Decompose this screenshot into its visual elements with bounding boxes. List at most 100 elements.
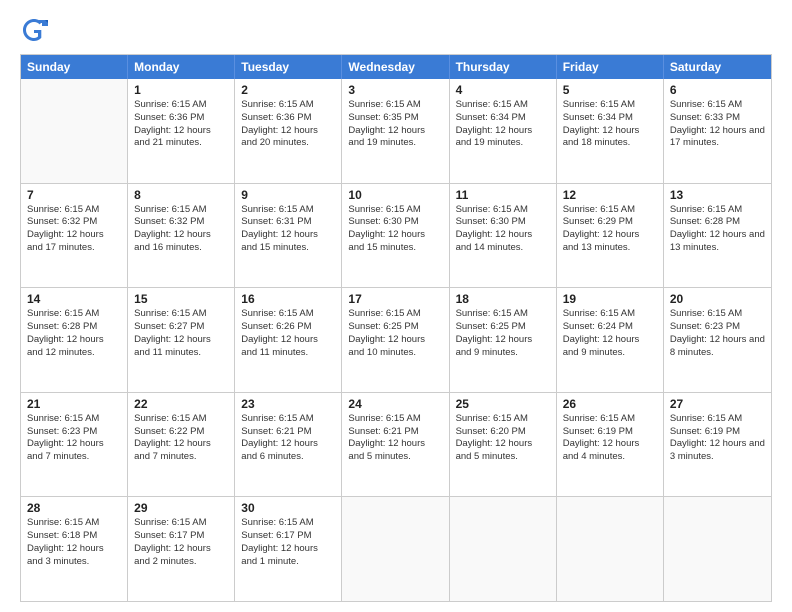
- cell-info: Sunrise: 6:15 AM Sunset: 6:21 PM Dayligh…: [241, 413, 335, 464]
- calendar-day-2: 2 Sunrise: 6:15 AM Sunset: 6:36 PM Daylig…: [235, 79, 342, 183]
- cell-info: Sunrise: 6:15 AM Sunset: 6:24 PM Dayligh…: [563, 308, 657, 359]
- calendar-header-wednesday: Wednesday: [342, 55, 449, 79]
- cell-info: Sunrise: 6:15 AM Sunset: 6:33 PM Dayligh…: [670, 99, 765, 150]
- calendar-day-19: 19 Sunrise: 6:15 AM Sunset: 6:24 PM Dayli…: [557, 288, 664, 392]
- calendar-week-1: 7 Sunrise: 6:15 AM Sunset: 6:32 PM Daylig…: [21, 184, 771, 289]
- calendar-day-5: 5Sunrise: 6:15 AM Sunset: 6:34 PM Daylig…: [557, 79, 664, 183]
- logo: [20, 16, 52, 44]
- calendar-day-11: 11 Sunrise: 6:15 AM Sunset: 6:30 PM Dayli…: [450, 184, 557, 288]
- calendar-day-13: 13 Sunrise: 6:15 AM Sunset: 6:28 PM Dayli…: [664, 184, 771, 288]
- calendar-day-1: 1 Sunrise: 6:15 AM Sunset: 6:36 PM Daylig…: [128, 79, 235, 183]
- day-number: 23: [241, 397, 335, 411]
- day-number: 2: [241, 83, 335, 97]
- cell-info: Sunrise: 6:15 AM Sunset: 6:31 PM Dayligh…: [241, 204, 335, 255]
- calendar-header-friday: Friday: [557, 55, 664, 79]
- day-number: 8: [134, 188, 228, 202]
- day-number: 24: [348, 397, 442, 411]
- cell-info: Sunrise: 6:15 AM Sunset: 6:17 PM Dayligh…: [134, 517, 228, 568]
- day-number: 1: [134, 83, 228, 97]
- day-number: 26: [563, 397, 657, 411]
- calendar-week-0: 1 Sunrise: 6:15 AM Sunset: 6:36 PM Daylig…: [21, 79, 771, 184]
- calendar-day-21: 21 Sunrise: 6:15 AM Sunset: 6:23 PM Dayli…: [21, 393, 128, 497]
- calendar-header-sunday: Sunday: [21, 55, 128, 79]
- cell-info: Sunrise: 6:15 AM Sunset: 6:21 PM Dayligh…: [348, 413, 442, 464]
- day-number: 25: [456, 397, 550, 411]
- calendar-day-14: 14 Sunrise: 6:15 AM Sunset: 6:28 PM Dayli…: [21, 288, 128, 392]
- calendar-day-27: 27 Sunrise: 6:15 AM Sunset: 6:19 PM Dayli…: [664, 393, 771, 497]
- cell-info: Sunrise: 6:15 AM Sunset: 6:23 PM Dayligh…: [670, 308, 765, 359]
- calendar-week-3: 21 Sunrise: 6:15 AM Sunset: 6:23 PM Dayli…: [21, 393, 771, 498]
- calendar-day-17: 17Sunrise: 6:15 AM Sunset: 6:25 PM Dayli…: [342, 288, 449, 392]
- calendar-week-2: 14 Sunrise: 6:15 AM Sunset: 6:28 PM Dayli…: [21, 288, 771, 393]
- day-number: 30: [241, 501, 335, 515]
- cell-info: Sunrise: 6:15 AM Sunset: 6:30 PM Dayligh…: [456, 204, 550, 255]
- calendar-empty-cell: [664, 497, 771, 601]
- calendar-day-4: 4Sunrise: 6:15 AM Sunset: 6:34 PM Daylig…: [450, 79, 557, 183]
- cell-info: Sunrise: 6:15 AM Sunset: 6:23 PM Dayligh…: [27, 413, 121, 464]
- calendar-day-26: 26 Sunrise: 6:15 AM Sunset: 6:19 PM Dayli…: [557, 393, 664, 497]
- calendar-empty-cell: [21, 79, 128, 183]
- day-number: 19: [563, 292, 657, 306]
- calendar-day-22: 22 Sunrise: 6:15 AM Sunset: 6:22 PM Dayli…: [128, 393, 235, 497]
- day-number: 22: [134, 397, 228, 411]
- calendar-day-6: 6 Sunrise: 6:15 AM Sunset: 6:33 PM Daylig…: [664, 79, 771, 183]
- cell-info: Sunrise: 6:15 AM Sunset: 6:22 PM Dayligh…: [134, 413, 228, 464]
- cell-info: Sunrise: 6:15 AM Sunset: 6:19 PM Dayligh…: [670, 413, 765, 464]
- day-number: 14: [27, 292, 121, 306]
- calendar-day-29: 29 Sunrise: 6:15 AM Sunset: 6:17 PM Dayli…: [128, 497, 235, 601]
- day-number: 7: [27, 188, 121, 202]
- cell-info: Sunrise: 6:15 AM Sunset: 6:17 PM Dayligh…: [241, 517, 335, 568]
- cell-info: Sunrise: 6:15 AM Sunset: 6:35 PM Dayligh…: [348, 99, 442, 150]
- cell-info: Sunrise: 6:15 AM Sunset: 6:19 PM Dayligh…: [563, 413, 657, 464]
- cell-info: Sunrise: 6:15 AM Sunset: 6:28 PM Dayligh…: [670, 204, 765, 255]
- cell-info: Sunrise: 6:15 AM Sunset: 6:29 PM Dayligh…: [563, 204, 657, 255]
- calendar-day-15: 15 Sunrise: 6:15 AM Sunset: 6:27 PM Dayli…: [128, 288, 235, 392]
- logo-icon: [20, 16, 48, 44]
- cell-info: Sunrise: 6:15 AM Sunset: 6:36 PM Dayligh…: [241, 99, 335, 150]
- day-number: 13: [670, 188, 765, 202]
- cell-info: Sunrise: 6:15 AM Sunset: 6:34 PM Dayligh…: [456, 99, 550, 150]
- calendar-header-row: SundayMondayTuesdayWednesdayThursdayFrid…: [21, 55, 771, 79]
- day-number: 6: [670, 83, 765, 97]
- calendar-header-tuesday: Tuesday: [235, 55, 342, 79]
- cell-info: Sunrise: 6:15 AM Sunset: 6:27 PM Dayligh…: [134, 308, 228, 359]
- calendar-empty-cell: [342, 497, 449, 601]
- day-number: 29: [134, 501, 228, 515]
- cell-info: Sunrise: 6:15 AM Sunset: 6:32 PM Dayligh…: [27, 204, 121, 255]
- day-number: 3: [348, 83, 442, 97]
- day-number: 18: [456, 292, 550, 306]
- calendar-day-7: 7 Sunrise: 6:15 AM Sunset: 6:32 PM Daylig…: [21, 184, 128, 288]
- calendar-header-monday: Monday: [128, 55, 235, 79]
- day-number: 11: [456, 188, 550, 202]
- calendar-header-thursday: Thursday: [450, 55, 557, 79]
- calendar-header-saturday: Saturday: [664, 55, 771, 79]
- calendar-day-12: 12 Sunrise: 6:15 AM Sunset: 6:29 PM Dayli…: [557, 184, 664, 288]
- page: SundayMondayTuesdayWednesdayThursdayFrid…: [0, 0, 792, 612]
- calendar-day-10: 10 Sunrise: 6:15 AM Sunset: 6:30 PM Dayli…: [342, 184, 449, 288]
- day-number: 27: [670, 397, 765, 411]
- cell-info: Sunrise: 6:15 AM Sunset: 6:36 PM Dayligh…: [134, 99, 228, 150]
- cell-info: Sunrise: 6:15 AM Sunset: 6:28 PM Dayligh…: [27, 308, 121, 359]
- cell-info: Sunrise: 6:15 AM Sunset: 6:25 PM Dayligh…: [456, 308, 550, 359]
- calendar-day-8: 8Sunrise: 6:15 AM Sunset: 6:32 PM Daylig…: [128, 184, 235, 288]
- calendar-day-9: 9 Sunrise: 6:15 AM Sunset: 6:31 PM Daylig…: [235, 184, 342, 288]
- calendar-day-20: 20 Sunrise: 6:15 AM Sunset: 6:23 PM Dayli…: [664, 288, 771, 392]
- cell-info: Sunrise: 6:15 AM Sunset: 6:30 PM Dayligh…: [348, 204, 442, 255]
- calendar: SundayMondayTuesdayWednesdayThursdayFrid…: [20, 54, 772, 602]
- calendar-day-3: 3 Sunrise: 6:15 AM Sunset: 6:35 PM Daylig…: [342, 79, 449, 183]
- day-number: 10: [348, 188, 442, 202]
- day-number: 12: [563, 188, 657, 202]
- day-number: 9: [241, 188, 335, 202]
- calendar-day-30: 30 Sunrise: 6:15 AM Sunset: 6:17 PM Dayli…: [235, 497, 342, 601]
- calendar-empty-cell: [557, 497, 664, 601]
- calendar-day-23: 23 Sunrise: 6:15 AM Sunset: 6:21 PM Dayli…: [235, 393, 342, 497]
- header: [20, 16, 772, 44]
- day-number: 15: [134, 292, 228, 306]
- calendar-day-28: 28Sunrise: 6:15 AM Sunset: 6:18 PM Dayli…: [21, 497, 128, 601]
- day-number: 16: [241, 292, 335, 306]
- day-number: 21: [27, 397, 121, 411]
- day-number: 17: [348, 292, 442, 306]
- day-number: 5: [563, 83, 657, 97]
- day-number: 20: [670, 292, 765, 306]
- calendar-day-16: 16Sunrise: 6:15 AM Sunset: 6:26 PM Dayli…: [235, 288, 342, 392]
